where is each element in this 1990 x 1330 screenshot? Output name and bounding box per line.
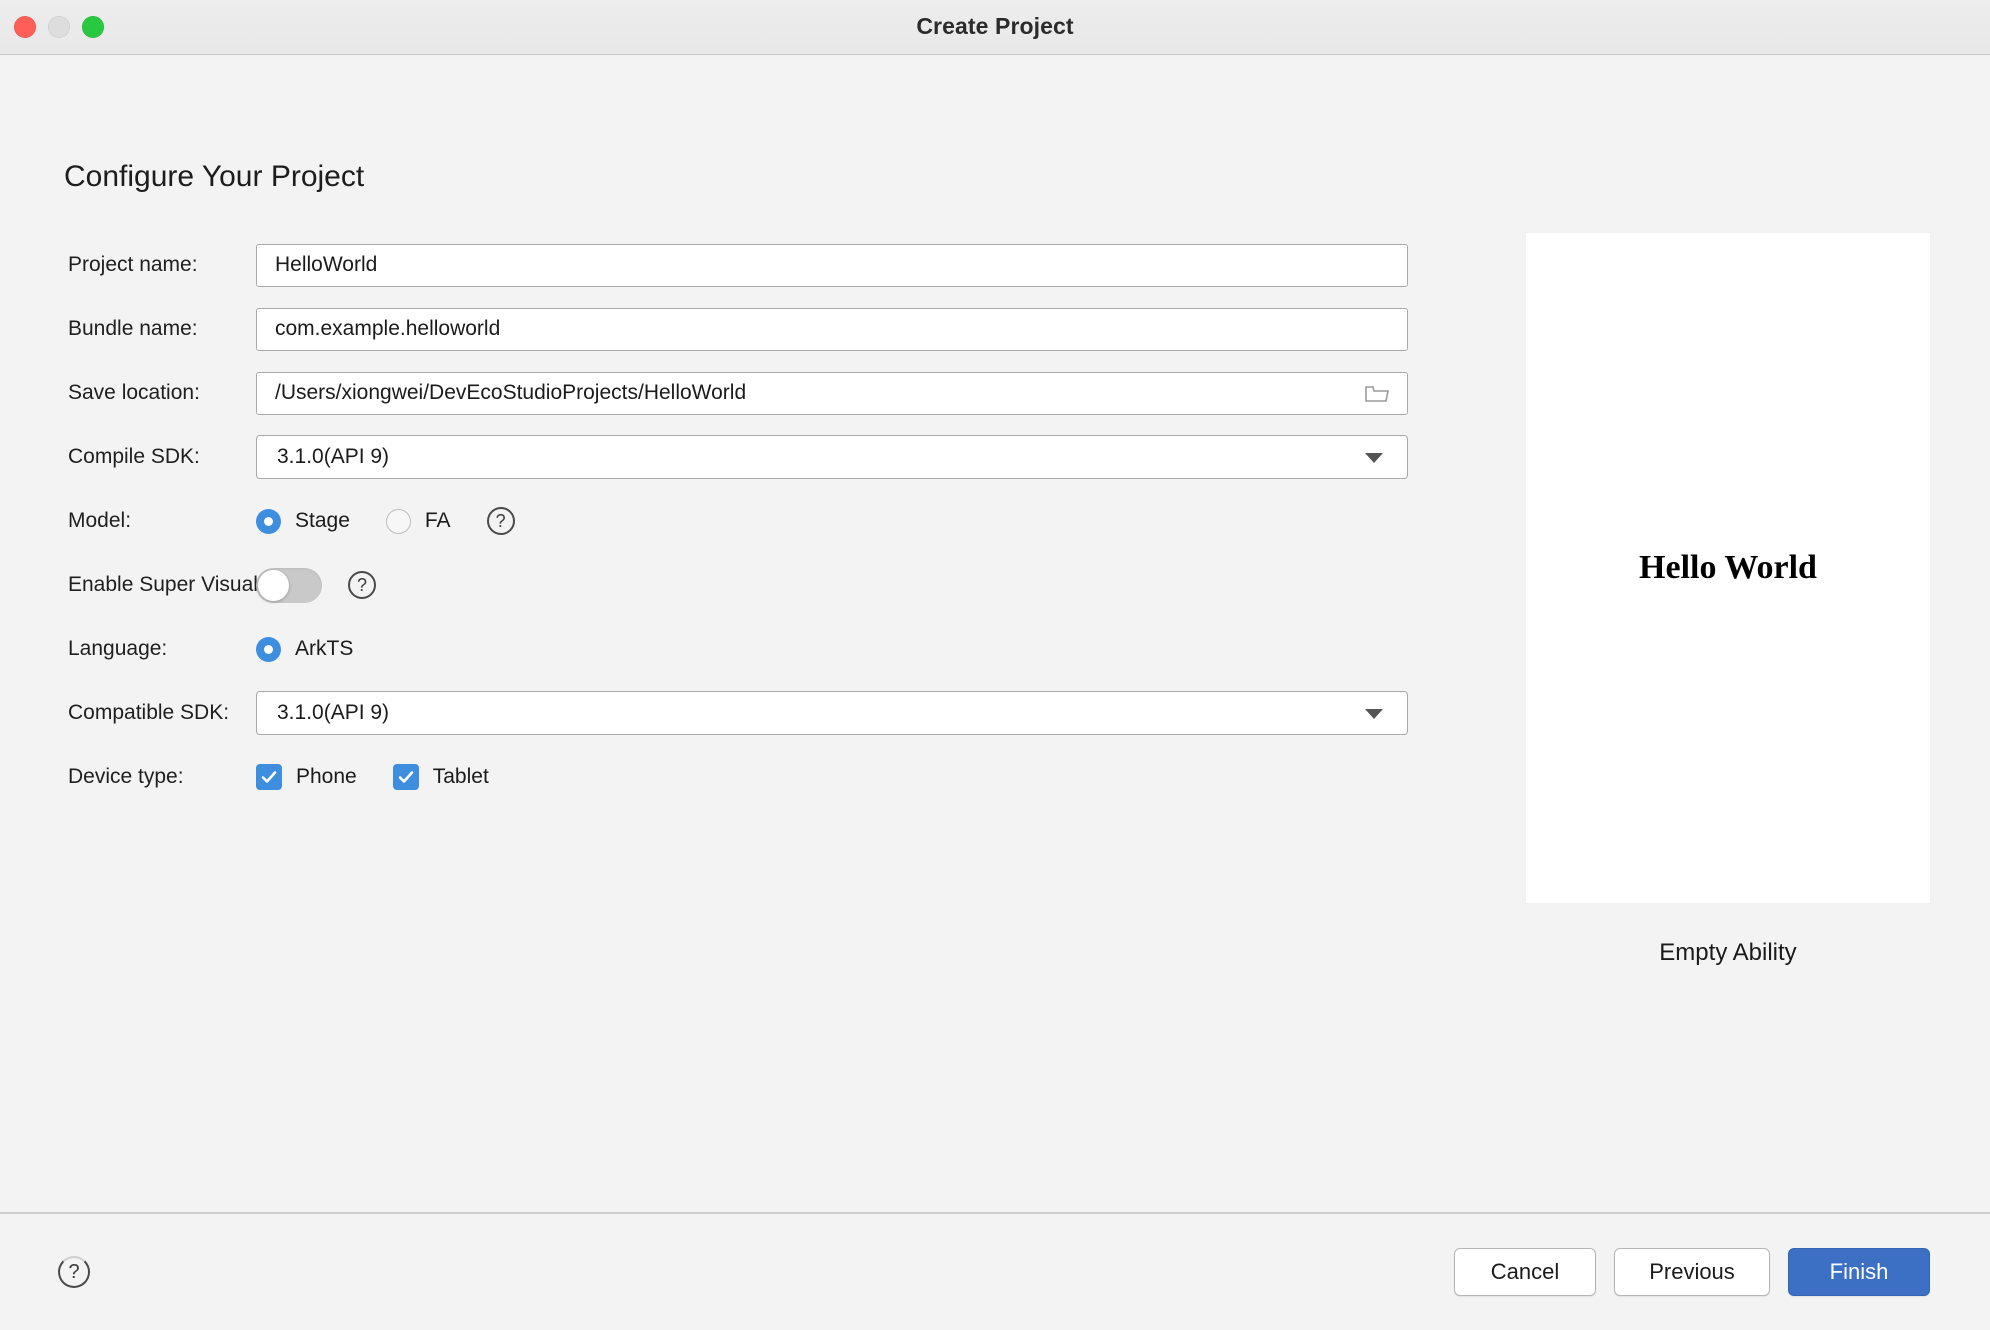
- row-save-location: Save location: /Users/xiongwei/DevEcoStu…: [0, 361, 1480, 425]
- language-radio-group: ArkTS: [256, 636, 389, 662]
- compatible-sdk-value: 3.1.0(API 9): [277, 701, 390, 724]
- model-label: Model:: [68, 509, 132, 532]
- save-location-value: /Users/xiongwei/DevEcoStudioProjects/Hel…: [275, 381, 747, 404]
- bundle-name-value: com.example.helloworld: [275, 317, 501, 340]
- checkmark-icon: [392, 764, 419, 790]
- bundle-name-label: Bundle name:: [68, 317, 198, 340]
- window-title: Create Project: [916, 13, 1074, 39]
- compile-sdk-select[interactable]: 3.1.0(API 9): [256, 435, 1408, 479]
- enable-super-visual-help-icon[interactable]: ?: [348, 571, 376, 599]
- project-name-value: HelloWorld: [275, 253, 378, 276]
- project-name-input[interactable]: HelloWorld: [256, 243, 1408, 287]
- model-radio-group: Stage FA ?: [256, 507, 515, 535]
- preview-screen-text: Hello World: [1639, 549, 1817, 586]
- row-compile-sdk: Compile SDK: 3.1.0(API 9): [0, 425, 1480, 489]
- radio-model-stage[interactable]: Stage: [256, 508, 350, 534]
- language-label: Language:: [68, 637, 168, 660]
- enable-super-visual-toggle[interactable]: [256, 567, 322, 603]
- radio-button-unselected-icon: [385, 508, 411, 534]
- device-type-checkbox-group: Phone Tablet: [256, 764, 525, 790]
- dialog-footer: ? Cancel Previous Finish: [0, 1212, 1990, 1330]
- bundle-name-input[interactable]: com.example.helloworld: [256, 307, 1408, 351]
- enable-super-visual-label: Enable Super Visual:: [68, 573, 264, 596]
- checkbox-device-tablet-label: Tablet: [432, 765, 489, 788]
- footer-help-icon[interactable]: ?: [58, 1256, 90, 1288]
- project-name-label: Project name:: [68, 253, 198, 276]
- radio-model-fa[interactable]: FA: [385, 508, 451, 534]
- compatible-sdk-select[interactable]: 3.1.0(API 9): [256, 691, 1408, 735]
- row-model: Model: Stage FA ?: [0, 489, 1480, 553]
- radio-button-selected-icon: [256, 508, 281, 534]
- radio-button-selected-icon: [256, 636, 281, 662]
- row-bundle-name: Bundle name: com.example.helloworld: [0, 297, 1480, 361]
- radio-language-arkts[interactable]: ArkTS: [256, 636, 354, 662]
- footer-button-group: Cancel Previous Finish: [1454, 1248, 1930, 1296]
- radio-model-fa-label: FA: [424, 509, 451, 532]
- finish-button[interactable]: Finish: [1788, 1248, 1930, 1296]
- cancel-button[interactable]: Cancel: [1454, 1248, 1596, 1296]
- folder-icon[interactable]: [1365, 383, 1389, 403]
- compatible-sdk-label: Compatible SDK:: [68, 701, 230, 724]
- create-project-dialog: Create Project Configure Your Project Pr…: [0, 0, 1990, 1330]
- compile-sdk-label: Compile SDK:: [68, 445, 200, 468]
- chevron-down-icon: [1365, 709, 1383, 719]
- radio-model-stage-label: Stage: [295, 509, 350, 532]
- template-preview: Hello World Empty Ability: [1526, 233, 1930, 967]
- row-compatible-sdk: Compatible SDK: 3.1.0(API 9): [0, 681, 1480, 745]
- row-project-name: Project name: HelloWorld: [0, 233, 1480, 297]
- checkbox-device-tablet[interactable]: Tablet: [392, 764, 489, 790]
- preview-screen: Hello World: [1526, 233, 1930, 903]
- save-location-label: Save location:: [68, 381, 200, 404]
- row-enable-super-visual: Enable Super Visual: ?: [0, 553, 1480, 617]
- radio-language-arkts-label: ArkTS: [295, 637, 354, 660]
- page-title: Configure Your Project: [64, 160, 365, 193]
- checkmark-icon: [256, 764, 282, 790]
- compile-sdk-value: 3.1.0(API 9): [277, 445, 390, 468]
- save-location-input[interactable]: /Users/xiongwei/DevEcoStudioProjects/Hel…: [256, 371, 1408, 415]
- checkbox-device-phone-label: Phone: [296, 765, 357, 788]
- title-bar: Create Project: [0, 0, 1990, 55]
- model-help-icon[interactable]: ?: [486, 507, 515, 535]
- chevron-down-icon: [1365, 453, 1383, 463]
- configure-form: Project name: HelloWorld Bundle name: co…: [0, 233, 1480, 809]
- dialog-body: Configure Your Project Project name: Hel…: [0, 55, 1990, 1212]
- row-device-type: Device type: Phone Tablet: [0, 745, 1480, 809]
- previous-button[interactable]: Previous: [1614, 1248, 1770, 1296]
- toggle-knob: [258, 569, 289, 601]
- row-language: Language: ArkTS: [0, 617, 1480, 681]
- device-type-label: Device type:: [68, 765, 184, 788]
- preview-caption: Empty Ability: [1659, 939, 1797, 966]
- checkbox-device-phone[interactable]: Phone: [256, 764, 357, 790]
